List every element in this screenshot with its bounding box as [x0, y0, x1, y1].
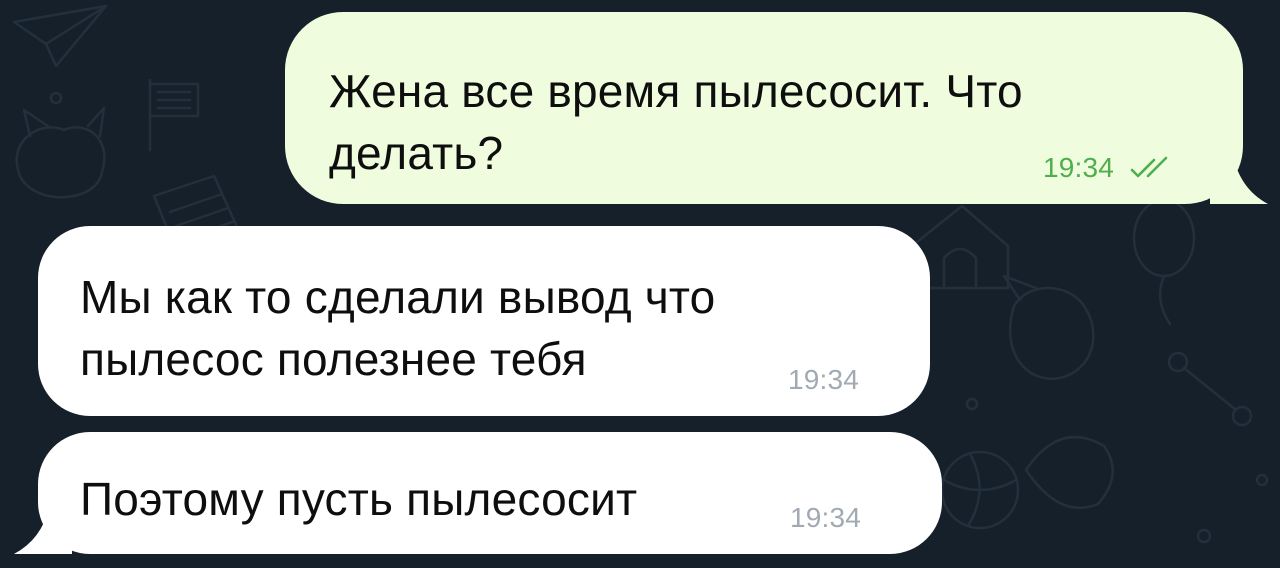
- dog-doodle-icon: [1002, 274, 1095, 380]
- message-text-line: Мы как то сделали вывод что: [80, 271, 716, 323]
- paper-plane-doodle-icon: [12, 4, 108, 68]
- message-text-line: Жена все время пылесосит. Что: [329, 65, 1023, 117]
- cat-doodle-icon: [15, 106, 106, 199]
- double-check-icon: [1130, 156, 1168, 178]
- message-meta: 19:34: [1043, 152, 1176, 184]
- ball-doodle-icon: [940, 450, 1020, 530]
- flag-doodle-icon: [148, 78, 200, 152]
- message-text-line: делать?: [329, 127, 504, 179]
- message-bubble: Мы как то сделали вывод что пылесос поле…: [38, 226, 930, 416]
- message-bubble: Жена все время пылесосит. Что делать? 19…: [285, 12, 1243, 204]
- cake-doodle-icon: [1024, 435, 1114, 510]
- message-time: 19:34: [1043, 152, 1115, 183]
- message-text-line: пылесос полезнее тебя: [80, 333, 587, 385]
- message-text-line: Поэтому пусть пылесосит: [80, 473, 638, 525]
- message-time: 19:34: [790, 502, 862, 533]
- message-bubble: Поэтому пусть пылесосит 19:34: [38, 432, 942, 554]
- balloon-doodle-icon: [1132, 198, 1196, 326]
- message-time: 19:34: [788, 364, 860, 395]
- bone-doodle-icon: [1167, 351, 1253, 427]
